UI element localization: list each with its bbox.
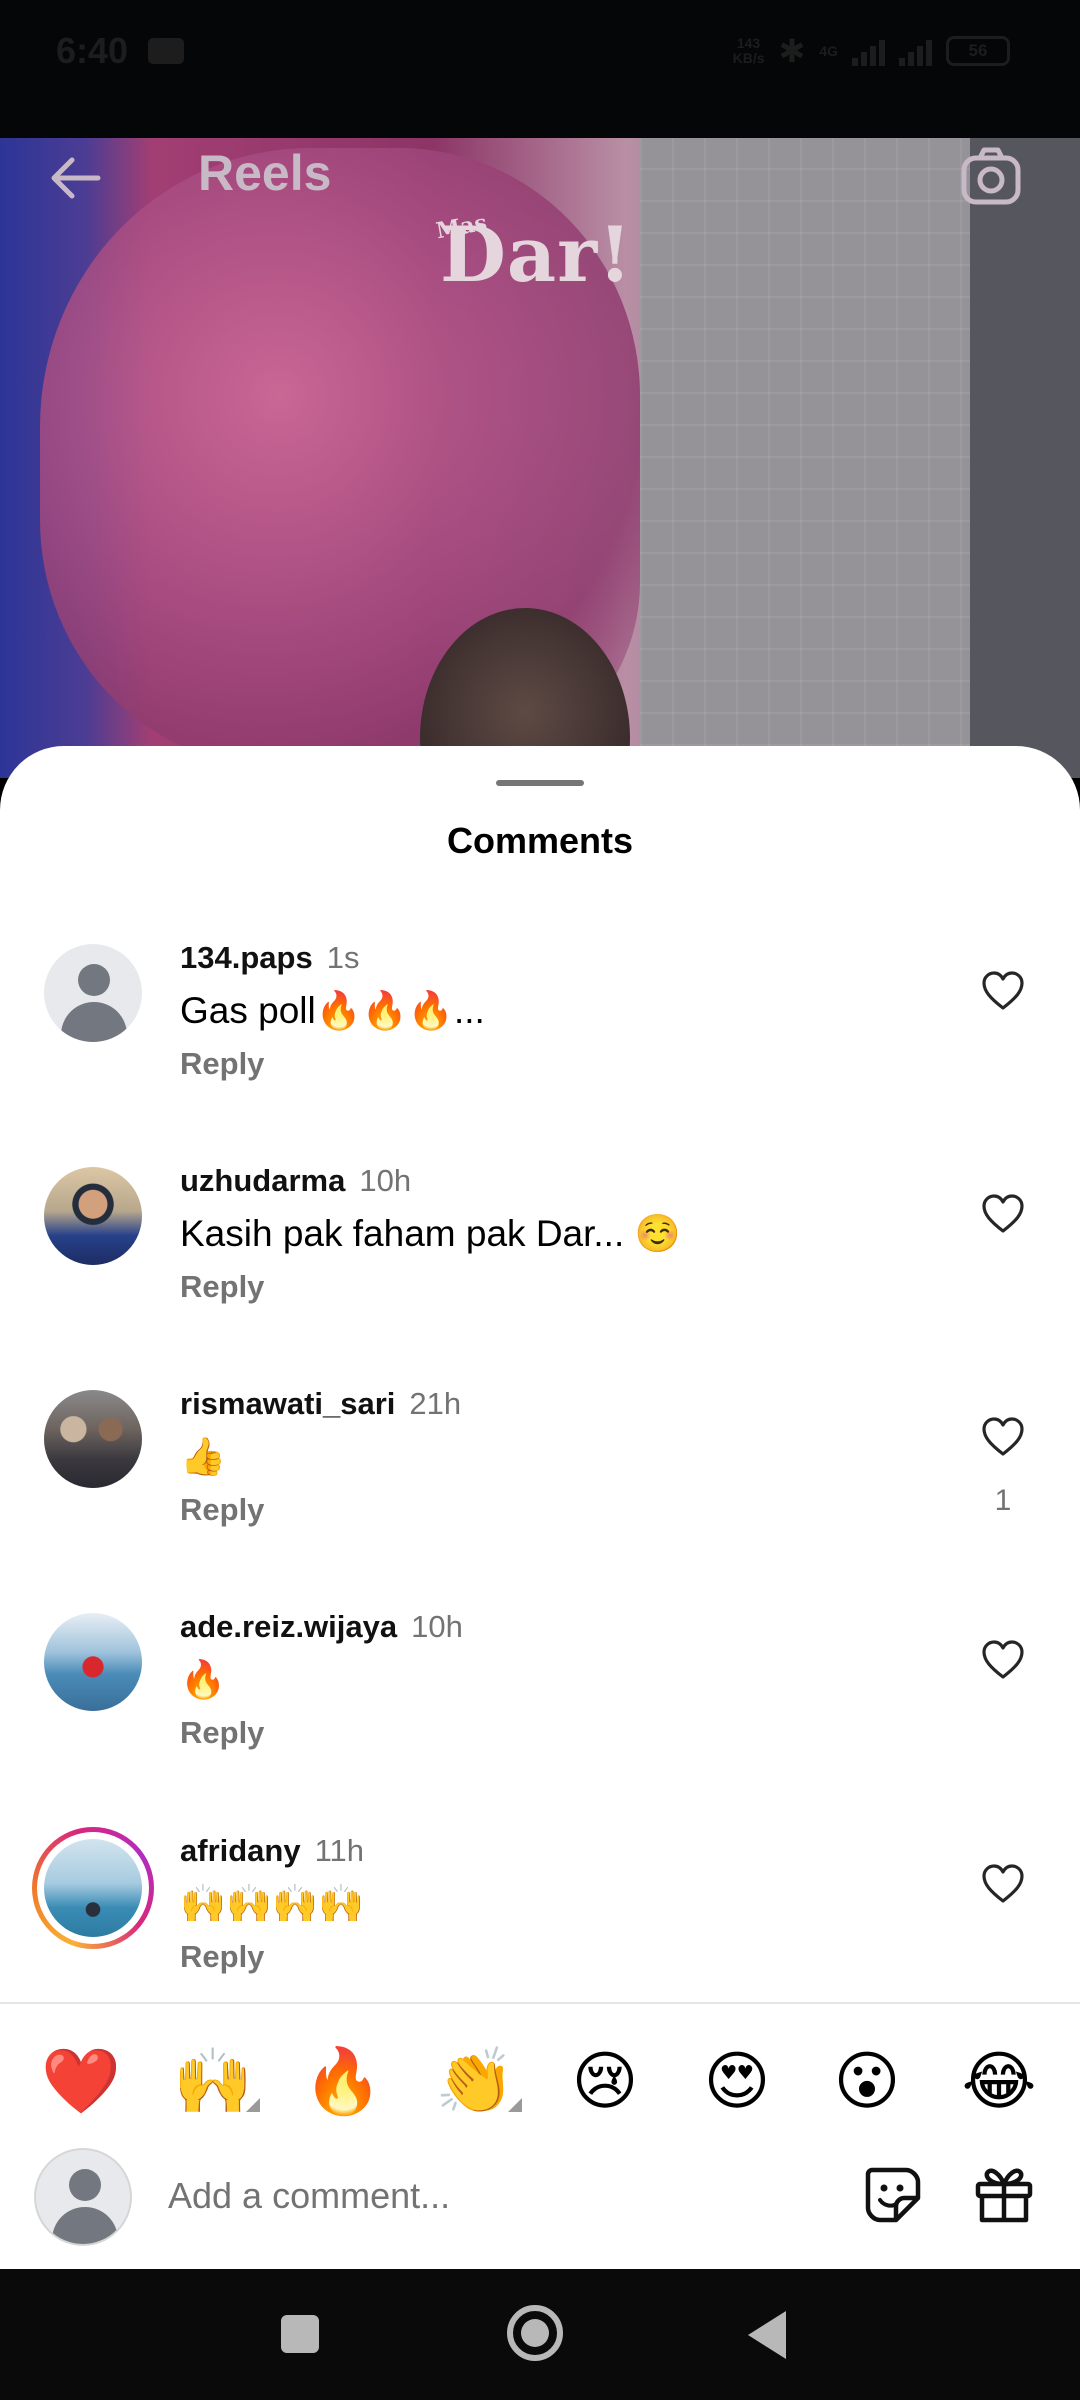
- comment-header: uzhudarma 10h: [180, 1163, 411, 1199]
- emoji-heart[interactable]: ❤️: [36, 2036, 126, 2126]
- emoji-quick-bar: ❤️ 🙌 🔥 👏 😢 😍 😮 😂: [0, 2036, 1080, 2126]
- heart-icon[interactable]: [980, 970, 1026, 1012]
- recent-apps-button[interactable]: [281, 2315, 319, 2353]
- skin-tone-indicator: [246, 2098, 260, 2112]
- story-ring-avatar[interactable]: [32, 1827, 154, 1949]
- bluetooth-icon: ✱: [778, 33, 806, 69]
- reply-button[interactable]: Reply: [180, 1046, 264, 1082]
- comment-username[interactable]: afridany: [180, 1833, 301, 1868]
- comment-item: rismawati_sari 21h 👍 Reply 1: [0, 1386, 1080, 1608]
- emoji-fire[interactable]: 🔥: [298, 2036, 388, 2126]
- comment-text: 🔥: [180, 1659, 227, 1700]
- comment-text: 🙌🙌🙌🙌: [180, 1883, 365, 1924]
- avatar[interactable]: [44, 944, 142, 1042]
- video-logo: Dar!: [440, 210, 633, 299]
- status-icons: 143 KB/s ✱ 4G 56: [733, 32, 1010, 70]
- comment-text: 👍: [180, 1436, 227, 1477]
- heart-icon[interactable]: [980, 1639, 1026, 1681]
- heart-icon[interactable]: [980, 1416, 1026, 1458]
- battery-icon: 56: [946, 36, 1010, 66]
- emoji-clapping-hands[interactable]: 👏: [430, 2036, 520, 2126]
- home-button[interactable]: [507, 2305, 563, 2361]
- reply-button[interactable]: Reply: [180, 1939, 264, 1975]
- comment-time: 11h: [314, 1833, 365, 1868]
- drag-handle[interactable]: [496, 780, 584, 786]
- signal-icon-2: [899, 36, 932, 66]
- avatar[interactable]: [44, 1167, 142, 1265]
- avatar[interactable]: [44, 1390, 142, 1488]
- emoji-heart-eyes[interactable]: 😍: [692, 2036, 782, 2126]
- avatar[interactable]: [44, 1613, 142, 1711]
- comment-username[interactable]: rismawati_sari: [180, 1386, 395, 1421]
- comment-header: rismawati_sari 21h: [180, 1386, 461, 1422]
- comment-header: afridany 11h: [180, 1833, 364, 1869]
- emoji-surprised-face[interactable]: 😮: [822, 2036, 912, 2126]
- comment-input[interactable]: [168, 2164, 828, 2228]
- comment-item: ade.reiz.wijaya 10h 🔥 Reply: [0, 1609, 1080, 1831]
- network-speed: 143 KB/s: [733, 36, 765, 66]
- comment-item: afridany 11h 🙌🙌🙌🙌 Reply: [0, 1827, 1080, 2055]
- comment-time: 1s: [326, 940, 360, 975]
- emoji-tears-of-joy[interactable]: 😂: [954, 2036, 1044, 2126]
- media-notification-icon: [148, 38, 184, 64]
- reply-button[interactable]: Reply: [180, 1269, 264, 1305]
- back-button[interactable]: [748, 2311, 786, 2359]
- like-count: 1: [994, 1484, 1012, 1517]
- comment-text: Kasih pak faham pak Dar... ☺️: [180, 1213, 681, 1254]
- reels-header: Reels: [0, 138, 1080, 208]
- heart-icon[interactable]: [980, 1193, 1026, 1235]
- comment-text: Gas poll🔥🔥🔥...: [180, 990, 485, 1031]
- network-type: 4G: [819, 42, 838, 59]
- comment-header: ade.reiz.wijaya 10h: [180, 1609, 463, 1645]
- sticker-icon[interactable]: [860, 2162, 926, 2228]
- back-arrow-icon[interactable]: [44, 146, 108, 210]
- comment-time: 21h: [409, 1386, 462, 1421]
- comment-username[interactable]: 134.paps: [180, 940, 313, 975]
- comment-username[interactable]: ade.reiz.wijaya: [180, 1609, 397, 1644]
- heart-icon[interactable]: [980, 1863, 1026, 1905]
- comment-compose: [0, 2136, 1080, 2256]
- comments-sheet: Comments 134.paps 1s Gas poll🔥🔥🔥... Reply…: [0, 746, 1080, 2269]
- battery-level: 56: [968, 41, 988, 60]
- skin-tone-indicator: [508, 2098, 522, 2112]
- status-bar: 6:40 143 KB/s ✱ 4G 56: [0, 0, 1080, 138]
- network-speed-value: 143: [736, 35, 761, 51]
- comments-title: Comments: [446, 820, 634, 861]
- divider: [0, 2002, 1080, 2004]
- reply-button[interactable]: Reply: [180, 1492, 264, 1528]
- signal-icon: [852, 36, 885, 66]
- network-speed-unit: KB/s: [732, 50, 765, 66]
- reels-title: Reels: [198, 145, 332, 201]
- emoji-raising-hands[interactable]: 🙌: [168, 2036, 258, 2126]
- reply-button[interactable]: Reply: [180, 1715, 264, 1751]
- status-time: 6:40: [56, 30, 129, 71]
- gift-icon[interactable]: [970, 2160, 1038, 2228]
- comment-time: 10h: [411, 1609, 463, 1644]
- comment-time: 10h: [359, 1163, 412, 1198]
- system-navigation-bar: [0, 2269, 1080, 2400]
- camera-icon[interactable]: [958, 144, 1024, 210]
- my-avatar: [34, 2148, 132, 2246]
- comment-username[interactable]: uzhudarma: [180, 1163, 345, 1198]
- emoji-crying-face[interactable]: 😢: [560, 2036, 650, 2126]
- reel-video[interactable]: Mas Dar!: [0, 138, 1080, 778]
- comment-header: 134.paps 1s: [180, 940, 359, 976]
- comment-item: uzhudarma 10h Kasih pak faham pak Dar... …: [0, 1163, 1080, 1385]
- comment-item: 134.paps 1s Gas poll🔥🔥🔥... Reply: [0, 940, 1080, 1162]
